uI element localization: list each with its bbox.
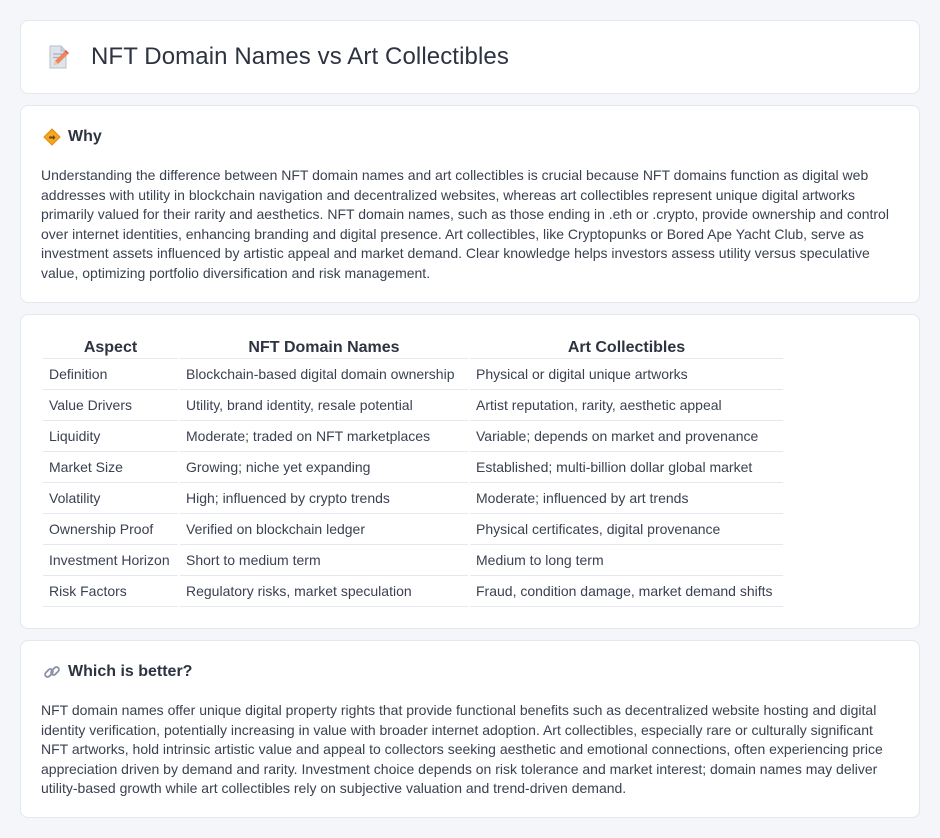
table-row: Investment Horizon Short to medium term … (43, 545, 783, 576)
art-collectibles-cell: Variable; depends on market and provenan… (470, 421, 783, 452)
comparison-table: Aspect NFT Domain Names Art Collectibles… (41, 335, 785, 607)
table-row: Liquidity Moderate; traded on NFT market… (43, 421, 783, 452)
why-text: Understanding the difference between NFT… (41, 167, 889, 281)
table-row: Volatility High; influenced by crypto tr… (43, 483, 783, 514)
why-title: Why (68, 128, 102, 145)
better-heading: Which is better? (43, 663, 192, 681)
art-collectibles-cell: Physical or digital unique artworks (470, 359, 783, 390)
title-row: NFT Domain Names vs Art Collectibles (45, 43, 509, 71)
aspect-cell: Investment Horizon (43, 545, 178, 576)
nft-domain-cell: Growing; niche yet expanding (180, 452, 468, 483)
nft-domain-cell: Blockchain-based digital domain ownershi… (180, 359, 468, 390)
nft-domain-cell: Moderate; traded on NFT marketplaces (180, 421, 468, 452)
table-row: Risk Factors Regulatory risks, market sp… (43, 576, 783, 607)
title-card: NFT Domain Names vs Art Collectibles (20, 20, 920, 94)
edit-document-icon (49, 45, 69, 69)
table-row: Market Size Growing; niche yet expanding… (43, 452, 783, 483)
link-icon (44, 666, 60, 678)
column-header-nft-domain-names: NFT Domain Names (180, 335, 468, 359)
art-collectibles-cell: Artist reputation, rarity, aesthetic app… (470, 390, 783, 421)
table-row: Ownership Proof Verified on blockchain l… (43, 514, 783, 545)
column-header-art-collectibles: Art Collectibles (470, 335, 783, 359)
nft-domain-cell: Utility, brand identity, resale potentia… (180, 390, 468, 421)
why-section: Why Understanding the difference between… (20, 105, 920, 303)
table-row: Definition Blockchain-based digital doma… (43, 359, 783, 390)
nft-domain-cell: Verified on blockchain ledger (180, 514, 468, 545)
table-header-row: Aspect NFT Domain Names Art Collectibles (43, 335, 783, 359)
aspect-cell: Volatility (43, 483, 178, 514)
better-text: NFT domain names offer unique digital pr… (41, 702, 883, 796)
diamond-sign-icon (43, 128, 61, 146)
aspect-cell: Liquidity (43, 421, 178, 452)
art-collectibles-cell: Moderate; influenced by art trends (470, 483, 783, 514)
better-title: Which is better? (68, 663, 193, 680)
table-row: Value Drivers Utility, brand identity, r… (43, 390, 783, 421)
aspect-cell: Risk Factors (43, 576, 178, 607)
art-collectibles-cell: Established; multi-billion dollar global… (470, 452, 783, 483)
aspect-cell: Ownership Proof (43, 514, 178, 545)
page-title: NFT Domain Names vs Art Collectibles (91, 43, 509, 70)
aspect-cell: Value Drivers (43, 390, 178, 421)
art-collectibles-cell: Fraud, condition damage, market demand s… (470, 576, 783, 607)
column-header-aspect: Aspect (43, 335, 178, 359)
nft-domain-cell: High; influenced by crypto trends (180, 483, 468, 514)
nft-domain-cell: Short to medium term (180, 545, 468, 576)
why-heading: Why (43, 128, 102, 146)
which-is-better-section: Which is better? NFT domain names offer … (20, 640, 920, 818)
nft-domain-cell: Regulatory risks, market speculation (180, 576, 468, 607)
aspect-cell: Definition (43, 359, 178, 390)
art-collectibles-cell: Medium to long term (470, 545, 783, 576)
art-collectibles-cell: Physical certificates, digital provenanc… (470, 514, 783, 545)
aspect-cell: Market Size (43, 452, 178, 483)
comparison-section: Aspect NFT Domain Names Art Collectibles… (20, 314, 920, 629)
